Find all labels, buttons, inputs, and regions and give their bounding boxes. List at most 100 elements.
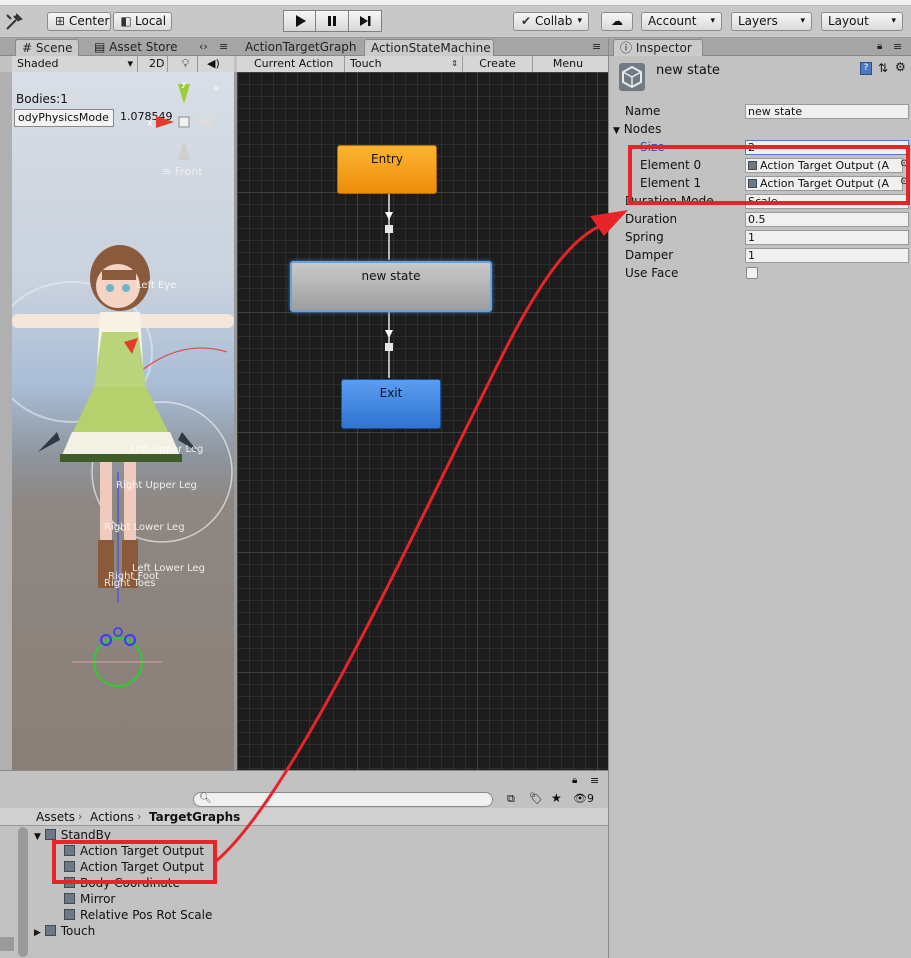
step-button[interactable] xyxy=(349,10,382,32)
create-button[interactable]: Create xyxy=(463,56,533,73)
new-state-node-label: new state xyxy=(361,269,421,283)
state-machine-graph[interactable]: Entry new state Exit xyxy=(237,72,608,770)
hidden-packages-count: 9 xyxy=(586,792,594,805)
transition-handle xyxy=(385,225,393,233)
action-dropdown[interactable]: Touch ⇕ xyxy=(345,56,463,73)
collab-button[interactable]: ✔ Collab ▾ xyxy=(513,12,589,31)
help-icon[interactable]: ? xyxy=(860,62,872,75)
bodies-count: Bodies:1 xyxy=(16,92,68,106)
audio-toggle[interactable]: ◀) xyxy=(202,56,224,73)
damper-field[interactable]: 1 xyxy=(745,248,909,263)
account-dropdown[interactable]: Account ▾ xyxy=(641,12,722,31)
gear-icon[interactable]: ⚙ xyxy=(895,60,906,74)
cloud-button[interactable]: ☁ xyxy=(601,12,633,31)
shading-mode-dropdown[interactable]: Shaded ▾ xyxy=(12,56,138,73)
hidden-packages-toggle[interactable]: 👁︎9 xyxy=(573,792,594,805)
folder-touch[interactable]: ▶ Touch xyxy=(34,923,95,939)
folder-standby[interactable]: ▼ StandBy xyxy=(34,827,111,843)
nodes-label: Nodes xyxy=(623,122,662,136)
list-item[interactable]: Action Target Output xyxy=(64,843,204,859)
preset-icon[interactable]: ⇅ xyxy=(878,61,888,75)
main-toolbar: ⊞ Center ◧ Local ✔ Collab ▾ ☁ Account ▾ Layer… xyxy=(0,0,911,38)
entry-node[interactable]: Entry xyxy=(337,145,437,194)
layout-dropdown[interactable]: Layout ▾ xyxy=(821,12,903,31)
tab-scene[interactable]: # Scene xyxy=(15,39,79,56)
element-1-object-field[interactable]: Action Target Output (A xyxy=(745,176,903,191)
breadcrumb-assets[interactable]: Assets xyxy=(36,810,75,824)
tab-asset-store[interactable]: ▤ Asset Store xyxy=(88,39,184,56)
filter-by-type-icon[interactable]: ⧉ xyxy=(507,792,515,806)
pause-button[interactable] xyxy=(316,10,349,32)
orientation-gizmo[interactable]: y x xyxy=(142,78,222,162)
code-icon[interactable]: ‹› xyxy=(193,39,214,56)
grid-icon: # xyxy=(22,41,33,55)
duration-mode-value: Scale xyxy=(748,195,778,208)
breadcrumb: Assets › Actions › TargetGraphs xyxy=(0,808,608,826)
tab-action-state-machine[interactable]: ActionStateMachine xyxy=(364,39,494,56)
list-item-label: Action Target Output xyxy=(80,860,205,874)
lightbulb-icon: 💡︎ xyxy=(181,57,190,70)
current-action-button[interactable]: Current Action xyxy=(249,56,345,73)
chevron-down-icon: ▾ xyxy=(891,16,896,26)
spring-label: Spring xyxy=(625,230,664,244)
search-icon: 🔍︎ xyxy=(199,793,212,804)
size-field[interactable]: 2 xyxy=(745,140,909,155)
filter-by-label-icon[interactable]: 🏷︎ xyxy=(529,792,543,805)
tab-action-target-graph[interactable]: ActionTargetGraph xyxy=(239,39,363,56)
updown-icon: ⇕ xyxy=(451,59,458,68)
breadcrumb-actions[interactable]: Actions xyxy=(90,810,134,824)
layers-dropdown[interactable]: Layers ▾ xyxy=(731,12,812,31)
mode-2d-toggle[interactable]: 2D xyxy=(144,56,168,73)
hamburger-icon: ≡ xyxy=(162,165,172,178)
panel-menu-icon[interactable]: ≡ xyxy=(213,39,234,56)
list-item[interactable]: Action Target Output xyxy=(64,859,204,875)
account-label: Account xyxy=(648,14,697,28)
transform-tools-icon[interactable] xyxy=(3,11,25,33)
pivot-space-button[interactable]: ◧ Local xyxy=(113,12,172,31)
element-0-object-field[interactable]: Action Target Output (A xyxy=(745,158,903,173)
speaker-icon: ◀) xyxy=(207,57,220,70)
step-icon xyxy=(360,16,371,26)
folder-icon xyxy=(44,829,56,840)
list-item-label: Body Coordinate xyxy=(80,876,180,890)
exit-node[interactable]: Exit xyxy=(341,379,441,429)
element-0-value: Action Target Output (A xyxy=(760,159,889,172)
lock-icon[interactable]: 🔒︎ xyxy=(572,775,577,786)
favorite-star-icon[interactable]: ★ xyxy=(551,791,562,805)
panel-menu-icon[interactable]: ≡ xyxy=(887,39,908,56)
duration-mode-dropdown[interactable]: Scale xyxy=(745,194,909,209)
tab-inspector[interactable]: ⓘ Inspector xyxy=(613,39,703,56)
lock-icon[interactable]: 🔒︎ xyxy=(871,39,888,56)
space-label: Local xyxy=(135,14,167,28)
object-picker-icon[interactable]: ⊙ xyxy=(900,176,908,187)
scene-tabbar: # Scene ▤ Asset Store ‹› ≡ xyxy=(0,38,237,56)
object-picker-icon[interactable]: ⊙ xyxy=(900,158,908,169)
pivot-center-button[interactable]: ⊞ Center xyxy=(47,12,111,31)
bone-label: Left Eye xyxy=(136,280,177,291)
list-item[interactable]: Body Coordinate xyxy=(64,875,180,891)
name-field[interactable]: new state xyxy=(745,104,909,119)
breadcrumb-target-graphs[interactable]: TargetGraphs xyxy=(149,810,240,824)
spring-field[interactable]: 1 xyxy=(745,230,909,245)
inspector-title: new state xyxy=(656,63,720,78)
tab-asset-store-label: Asset Store xyxy=(109,40,178,54)
panel-menu-icon[interactable]: ≡ xyxy=(586,39,607,56)
scene-view[interactable]: Bodies:1 odyPhysicsMode 1.078549 y x 🔒︎ … xyxy=(12,72,234,770)
use-face-checkbox[interactable] xyxy=(746,267,758,279)
menu-button[interactable]: Menu xyxy=(533,56,603,73)
new-state-node[interactable]: new state xyxy=(290,261,492,312)
play-button[interactable] xyxy=(283,10,316,32)
chevron-right-icon: › xyxy=(78,810,83,823)
folder-standby-label: StandBy xyxy=(60,828,111,842)
project-search-input[interactable]: 🔍︎ xyxy=(193,792,493,807)
list-item[interactable]: Relative Pos Rot Scale xyxy=(64,907,212,923)
physics-mode-field[interactable]: odyPhysicsMode xyxy=(14,109,114,127)
nodes-foldout[interactable]: ▼ Nodes xyxy=(613,122,661,136)
vertical-scrollbar[interactable] xyxy=(18,827,28,957)
duration-field[interactable]: 0.5 xyxy=(745,212,909,227)
panel-menu-icon[interactable]: ≡ xyxy=(590,774,599,787)
list-item[interactable]: Mirror xyxy=(64,891,115,907)
lock-icon[interactable]: 🔒︎ xyxy=(214,82,219,93)
layers-label: Layers xyxy=(738,14,778,28)
lighting-toggle[interactable]: 💡︎ xyxy=(174,56,198,73)
